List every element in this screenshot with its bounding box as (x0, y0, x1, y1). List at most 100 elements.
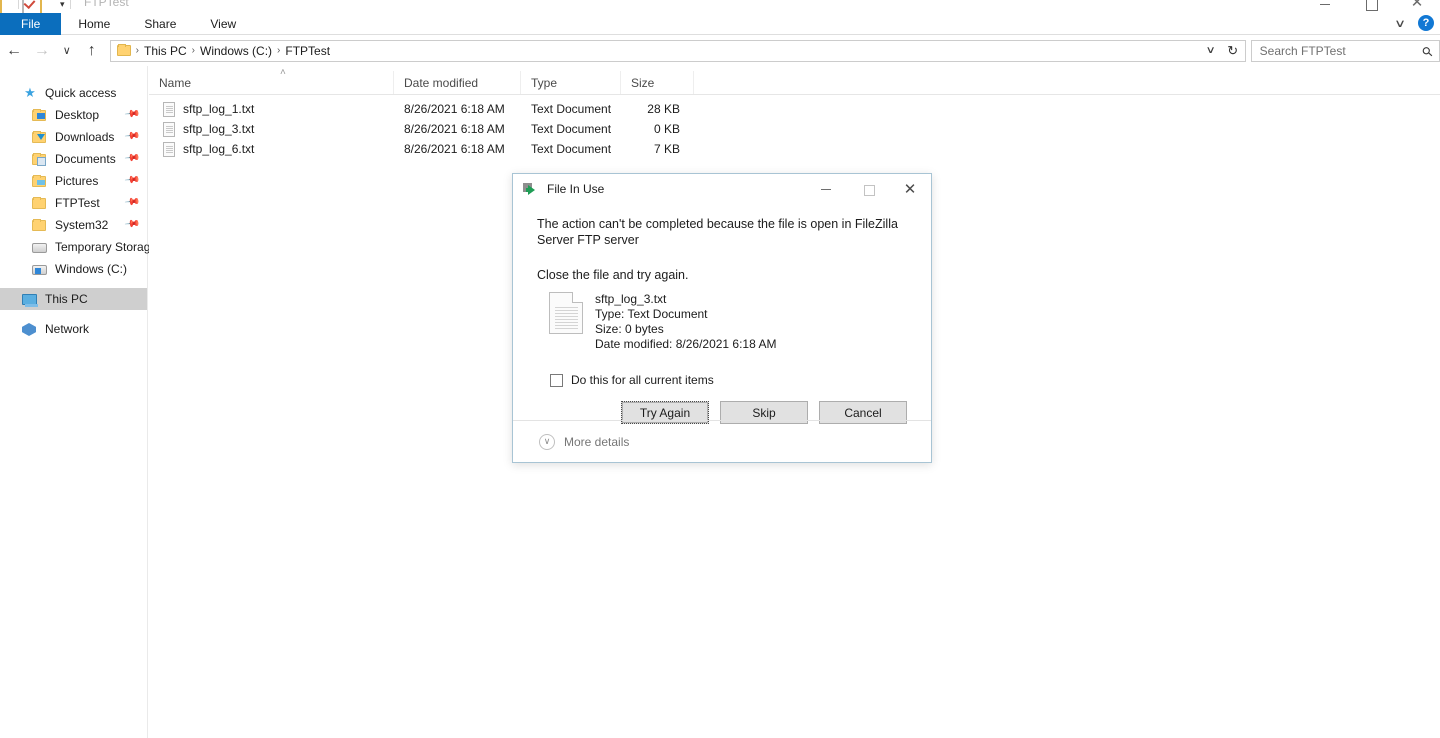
tab-file[interactable]: File (0, 13, 62, 35)
folder-documents-icon (32, 151, 48, 167)
folder-icon[interactable] (0, 0, 15, 13)
sidebar-item-label: Documents (55, 152, 116, 166)
pin-icon[interactable]: 📌 (123, 194, 140, 210)
file-explorer-window: ▾ FTPTest ✕ File Home Share View ∨ ? ← →… (0, 0, 1440, 738)
sidebar-item-label: Pictures (55, 174, 99, 188)
table-row[interactable]: sftp_log_6.txt 8/26/2021 6:18 AM Text Do… (149, 139, 1440, 159)
dialog-instruction: Close the file and try again. (537, 268, 689, 282)
dialog-message: The action can't be completed because th… (537, 217, 898, 247)
sidebar-item-downloads[interactable]: Downloads 📌 (0, 126, 147, 148)
sidebar-item-windows-c[interactable]: Windows (C:) (0, 258, 147, 280)
sidebar-item-temporary-storage[interactable]: Temporary Storage (0, 236, 157, 258)
refresh-icon[interactable]: ↻ (1223, 41, 1243, 61)
expand-ribbon-icon[interactable]: ∨ (1394, 17, 1406, 30)
chevron-down-icon[interactable]: ∨ (1197, 45, 1224, 56)
tab-home[interactable]: Home (61, 13, 127, 35)
dialog-file-info: sftp_log_3.txt Type: Text Document Size:… (549, 292, 907, 352)
search-input[interactable]: ⚲ (1250, 39, 1440, 62)
column-headers: Name Date modified Type Size (149, 71, 1440, 95)
dialog-close-button[interactable]: ✕ (889, 174, 931, 203)
minimize-button[interactable] (1302, 0, 1348, 13)
sidebar-item-network[interactable]: Network (0, 318, 147, 340)
table-row[interactable]: sftp_log_1.txt 8/26/2021 6:18 AM Text Do… (149, 99, 1440, 119)
column-header-name[interactable]: Name (149, 71, 394, 94)
search-icon[interactable]: ⚲ (1419, 43, 1437, 61)
checkbox-label: Do this for all current items (571, 373, 714, 387)
text-document-icon (163, 121, 175, 137)
dialog-body: The action can't be completed because th… (513, 216, 931, 424)
dialog-file-date-modified: Date modified: 8/26/2021 6:18 AM (595, 337, 777, 351)
back-button[interactable]: ← (0, 37, 28, 65)
dialog-title: File In Use (547, 181, 605, 196)
folder-pictures-icon (32, 173, 48, 189)
cell-name: sftp_log_3.txt (183, 122, 255, 136)
dialog-minimize-button[interactable] (805, 174, 847, 203)
dialog-file-type: Type: Text Document (595, 307, 708, 321)
file-in-use-dialog: File In Use ✕ The action can't be comple… (512, 173, 932, 463)
dialog-file-name: sftp_log_3.txt (595, 292, 667, 306)
pin-icon[interactable]: 📌 (123, 216, 140, 232)
tab-view[interactable]: View (193, 13, 253, 35)
folder-icon[interactable] (40, 0, 55, 13)
navigation-pane: ★ Quick access Desktop 📌 Downloads 📌 Doc… (0, 66, 157, 738)
sidebar-item-label: System32 (55, 218, 109, 232)
sidebar-item-pictures[interactable]: Pictures 📌 (0, 170, 147, 192)
do-this-for-all-checkbox-row[interactable]: Do this for all current items (550, 373, 907, 387)
folder-icon (32, 195, 48, 211)
text-document-icon (163, 101, 175, 117)
cell-name: sftp_log_6.txt (183, 142, 255, 156)
table-row[interactable]: sftp_log_3.txt 8/26/2021 6:18 AM Text Do… (149, 119, 1440, 139)
search-field[interactable] (1257, 42, 1418, 59)
recent-locations-button[interactable]: ∨ (56, 37, 78, 65)
dialog-window-controls: ✕ (805, 174, 931, 203)
quick-access-toolbar: ▾ (0, 0, 71, 13)
pin-icon[interactable]: 📌 (123, 106, 140, 122)
more-details-link[interactable]: More details (564, 435, 629, 449)
checkbox-icon[interactable] (550, 373, 563, 387)
up-button[interactable]: ↑ (78, 37, 106, 65)
cell-date-modified: 8/26/2021 6:18 AM (404, 102, 505, 116)
maximize-button[interactable] (1348, 0, 1394, 13)
breadcrumb-item-windows-c[interactable]: Windows (C:) (196, 44, 276, 58)
help-icon[interactable]: ? (1418, 15, 1434, 31)
breadcrumb[interactable]: › This PC › Windows (C:) › FTPTest ∨ ↻ (109, 39, 1246, 62)
sidebar-item-desktop[interactable]: Desktop 📌 (0, 104, 147, 126)
sidebar-item-documents[interactable]: Documents 📌 (0, 148, 147, 170)
breadcrumb-item-ftptest[interactable]: FTPTest (281, 44, 334, 58)
sidebar-item-this-pc[interactable]: This PC (0, 288, 147, 310)
ribbon-right-controls: ∨ ? (1394, 15, 1434, 31)
sidebar-item-label: Desktop (55, 108, 100, 122)
column-header-size[interactable]: Size (621, 71, 694, 94)
network-icon (22, 321, 38, 337)
window-controls: ✕ (1302, 0, 1440, 13)
file-rows: sftp_log_1.txt 8/26/2021 6:18 AM Text Do… (149, 99, 1440, 159)
pin-icon[interactable]: 📌 (123, 128, 140, 144)
cell-date-modified: 8/26/2021 6:18 AM (404, 142, 505, 156)
forward-button[interactable]: → (28, 37, 56, 65)
ribbon-tabs-bar: File Home Share View ∨ ? (0, 13, 1440, 35)
chevron-down-icon[interactable]: ∨ (539, 433, 555, 450)
pin-icon[interactable]: 📌 (123, 172, 140, 188)
sidebar-item-label: FTPTest (55, 196, 100, 210)
column-header-type[interactable]: Type (521, 71, 621, 94)
close-button[interactable]: ✕ (1394, 0, 1440, 13)
sidebar-item-label: Quick access (45, 86, 117, 100)
tab-share[interactable]: Share (127, 13, 193, 35)
star-icon: ★ (24, 85, 36, 100)
sidebar-item-quick-access[interactable]: ★ Quick access (0, 82, 147, 104)
folder-icon (116, 44, 131, 56)
pin-icon[interactable]: 📌 (123, 150, 140, 166)
cell-type: Text Document (531, 142, 612, 156)
sidebar-item-system32[interactable]: System32 📌 (0, 214, 147, 236)
sidebar-item-label: Downloads (55, 130, 115, 144)
cell-name: sftp_log_1.txt (183, 102, 255, 116)
sidebar-item-ftptest[interactable]: FTPTest 📌 (0, 192, 147, 214)
column-header-date-modified[interactable]: Date modified (394, 71, 521, 94)
checkbox-icon[interactable] (22, 0, 37, 13)
address-bar-actions: ∨ ↻ (1201, 41, 1242, 61)
chevron-down-icon[interactable]: ▾ (58, 0, 67, 9)
breadcrumb-item-this-pc[interactable]: This PC (140, 44, 191, 58)
cell-size: 28 KB (647, 102, 680, 116)
cell-size: 0 KB (653, 122, 680, 136)
dialog-file-meta: sftp_log_3.txt Type: Text Document Size:… (595, 292, 776, 352)
